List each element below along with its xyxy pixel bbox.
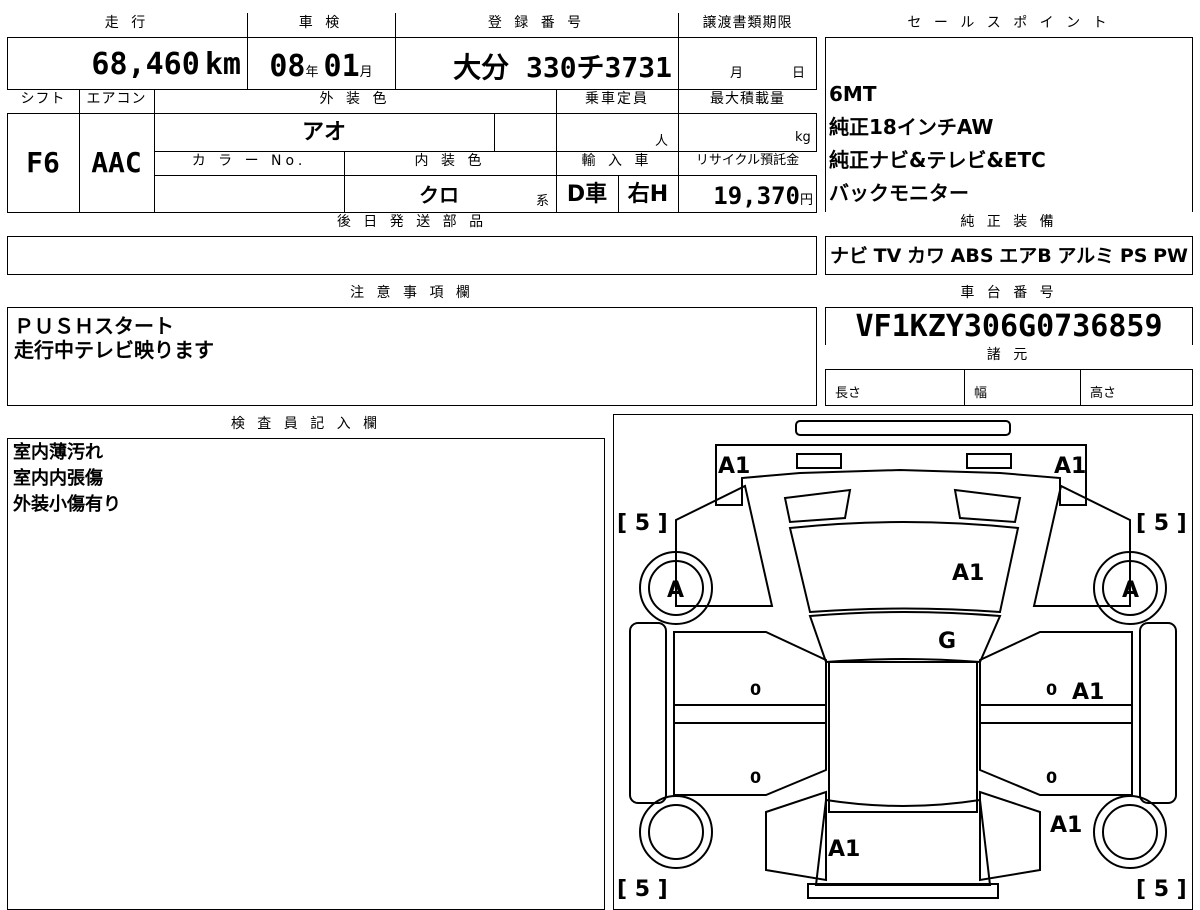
- load-unit: kg: [795, 130, 811, 145]
- mark-tire-rl: [ 5 ]: [617, 877, 668, 900]
- spec-header: 諸 元: [825, 345, 1193, 369]
- mark-hood: A1: [952, 561, 984, 586]
- mark-door-rr: 0: [1046, 768, 1057, 787]
- equipment-item: PS: [1119, 245, 1148, 267]
- mark-rear-right: A1: [1050, 813, 1082, 838]
- inspection-header: 車 検: [247, 13, 395, 37]
- mark-door-rl: 0: [750, 768, 761, 787]
- max-load-header: 最大積載量: [678, 89, 817, 113]
- notes-header: 注 意 事 項 欄: [7, 283, 817, 307]
- equipment-item: PW: [1153, 245, 1188, 267]
- mark-front-left: A1: [718, 454, 750, 479]
- mark-front-right: A1: [1054, 454, 1086, 479]
- equipment-item: エアB: [999, 245, 1052, 267]
- import-drive: D車: [566, 182, 608, 207]
- mark-door-fr: 0: [1046, 680, 1057, 699]
- mark-windshield: G: [938, 629, 956, 654]
- mark-door-fr-damage: A1: [1072, 680, 1104, 705]
- inspector-line: 室内内張傷: [13, 468, 103, 489]
- transfer-deadline-header: 譲渡書類期限: [678, 13, 817, 37]
- inspector-line: 室内薄汚れ: [13, 442, 103, 463]
- interior-color-header: 内 装 色: [344, 151, 556, 175]
- inspection-value: 08年 01月: [269, 49, 373, 84]
- exterior-color-value: アオ: [301, 120, 346, 145]
- equipment-item: アルミ: [1057, 245, 1115, 267]
- transfer-day: 日: [792, 66, 806, 81]
- car-outline-strokes: [629, 420, 1177, 899]
- capacity-unit: 人: [655, 134, 669, 149]
- inspector-header: 検 査 員 記 入 欄: [7, 414, 605, 438]
- car-damage-diagram: A1 A1 [ 5 ] [ 5 ] A A A1 G 0 0 A1 0 0 A1…: [617, 420, 1187, 900]
- equipment-item: カワ: [907, 245, 946, 267]
- shift-header: シフト: [7, 89, 79, 113]
- equipment-item: ナビ: [830, 245, 869, 267]
- length-label: 長さ: [835, 386, 862, 401]
- registration-value: 大分 330チ3731: [453, 51, 672, 84]
- sales-point: 純正ナビ&テレビ&ETC: [829, 148, 1046, 172]
- equipment-item: TV: [873, 245, 902, 267]
- width-label: 幅: [974, 386, 988, 401]
- color-no-header: カ ラ ー No.: [154, 151, 344, 175]
- transfer-month: 月: [730, 66, 744, 81]
- aircon-header: エアコン: [79, 89, 154, 113]
- chassis-number: VF1KZY306G0736859: [855, 309, 1163, 344]
- mileage-value: 68,460 km: [91, 47, 241, 82]
- inspector-line: 外装小傷有り: [13, 494, 121, 515]
- mark-wheel-fl: A: [667, 578, 684, 603]
- interior-color-value: クロ: [419, 183, 459, 207]
- mark-wheel-fr: A: [1122, 578, 1139, 603]
- sales-point: 6MT: [829, 82, 877, 106]
- chassis-header: 車 台 番 号: [825, 283, 1193, 307]
- mark-tire-fl: [ 5 ]: [617, 511, 668, 536]
- shift-value: F6: [26, 146, 60, 179]
- mark-trunk: A1: [828, 837, 860, 862]
- registration-header: 登 録 番 号: [395, 13, 678, 37]
- import-handle: 右H: [627, 182, 669, 207]
- equipment-header: 純 正 装 備: [825, 212, 1193, 236]
- equipment-item: ABS: [950, 245, 994, 267]
- inspector-notes: 室内薄汚れ 室内内張傷 外装小傷有り: [13, 440, 593, 518]
- equipment-list: ナビ TV カワ ABS エアB アルミ PS PW: [830, 240, 1188, 272]
- recycle-header: リサイクル預託金: [678, 151, 817, 175]
- interior-suffix: 系: [536, 194, 550, 209]
- later-parts-header: 後 日 発 送 部 品: [7, 212, 817, 236]
- mileage-header: 走 行: [7, 13, 247, 37]
- sales-points-header: セ ー ル ス ポ イ ン ト: [825, 13, 1193, 37]
- height-label: 高さ: [1090, 386, 1117, 401]
- notes-text: ＰＵＳＨスタート 走行中テレビ映ります: [14, 314, 214, 362]
- import-header: 輸 入 車: [556, 151, 678, 175]
- sales-point: 純正18インチAW: [829, 115, 994, 139]
- mark-tire-fr: [ 5 ]: [1136, 511, 1187, 536]
- capacity-header: 乗車定員: [556, 89, 678, 113]
- sales-point: バックモニター: [829, 181, 969, 205]
- recycle-value: 19,370円: [713, 182, 813, 210]
- aircon-value: AAC: [91, 146, 142, 179]
- mark-tire-rr: [ 5 ]: [1136, 877, 1187, 900]
- mark-door-fl: 0: [750, 680, 761, 699]
- exterior-color-header: 外 装 色: [154, 89, 556, 113]
- sales-points-list: 6MT 純正18インチAW 純正ナビ&テレビ&ETC バックモニター: [829, 78, 1189, 210]
